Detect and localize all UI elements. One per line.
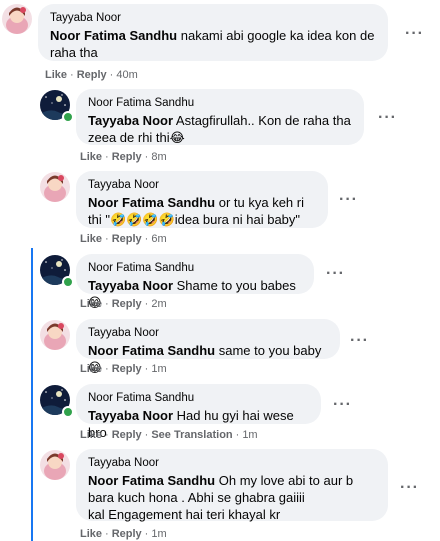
comment-bubble: Tayyaba Noor Noor Fatima Sandhu Oh my lo… — [76, 449, 388, 522]
more-options-icon[interactable]: ··· — [400, 480, 419, 496]
comment-actions: Like · Reply · 8m — [80, 151, 167, 163]
comment-author[interactable]: Tayyaba Noor — [88, 456, 376, 470]
timestamp[interactable]: 1m — [151, 363, 166, 375]
more-options-icon[interactable]: ··· — [333, 397, 352, 413]
comment-actions: Like · Reply · See Translation · 1m — [80, 429, 258, 441]
comment-actions: Like · Reply · 40m — [45, 69, 138, 81]
mention-link[interactable]: Tayyaba Noor — [88, 113, 173, 128]
more-options-icon[interactable]: ··· — [378, 110, 397, 126]
girl-avatar-icon — [40, 450, 70, 480]
timestamp[interactable]: 2m — [151, 298, 166, 310]
avatar[interactable] — [2, 4, 32, 34]
mention-link[interactable]: Noor Fatima Sandhu — [88, 343, 215, 358]
reply-button[interactable]: Reply — [112, 429, 142, 441]
comment-actions: Like · Reply · 2m — [80, 298, 167, 310]
reply-button[interactable]: Reply — [112, 528, 142, 540]
comment-bubble: Tayyaba Noor Noor Fatima Sandhu same to … — [76, 319, 340, 375]
more-options-icon[interactable]: ··· — [339, 192, 358, 208]
more-options-icon[interactable]: ··· — [350, 333, 369, 349]
reply-button[interactable]: Reply — [112, 151, 142, 163]
avatar[interactable] — [40, 320, 70, 350]
timestamp[interactable]: 1m — [151, 528, 166, 540]
comment-author[interactable]: Tayyaba Noor — [88, 178, 316, 192]
like-button[interactable]: Like — [80, 528, 102, 540]
like-button[interactable]: Like — [80, 298, 102, 310]
like-button[interactable]: Like — [80, 429, 102, 441]
more-options-icon[interactable]: ··· — [326, 266, 345, 282]
comment-bubble: Tayyaba Noor Noor Fatima Sandhu or tu ky… — [76, 171, 328, 228]
comment-author[interactable]: Tayyaba Noor — [50, 11, 376, 25]
like-button[interactable]: Like — [80, 233, 102, 245]
timestamp[interactable]: 8m — [151, 151, 166, 163]
like-button[interactable]: Like — [45, 69, 67, 81]
see-translation-link[interactable]: See Translation — [151, 429, 232, 441]
avatar[interactable] — [40, 450, 70, 480]
comment-author[interactable]: Tayyaba Noor — [88, 326, 328, 340]
reply-thread-line — [31, 248, 33, 541]
comment-text: Tayyaba Noor Astagfirullah.. Kon de raha… — [88, 112, 352, 146]
comment-bubble: Noor Fatima Sandhu Tayyaba Noor Shame to… — [76, 254, 314, 310]
girl-avatar-icon — [40, 172, 70, 202]
online-status-dot — [62, 276, 74, 288]
online-status-dot — [62, 406, 74, 418]
comment-author[interactable]: Noor Fatima Sandhu — [88, 261, 302, 275]
like-button[interactable]: Like — [80, 151, 102, 163]
mention-link[interactable]: Noor Fatima Sandhu — [88, 473, 215, 488]
reply-button[interactable]: Reply — [77, 69, 107, 81]
comment-actions: Like · Reply · 1m — [80, 363, 167, 375]
comment-bubble: Tayyaba Noor Noor Fatima Sandhu nakami a… — [38, 4, 388, 61]
comment-author[interactable]: Noor Fatima Sandhu — [88, 391, 309, 405]
girl-avatar-icon — [40, 320, 70, 350]
comment-bubble: Noor Fatima Sandhu Tayyaba Noor Had hu g… — [76, 384, 321, 440]
timestamp[interactable]: 6m — [151, 233, 166, 245]
mention-link[interactable]: Noor Fatima Sandhu — [50, 28, 177, 43]
reply-button[interactable]: Reply — [112, 233, 142, 245]
comment-actions: Like · Reply · 1m — [80, 528, 167, 540]
comment-actions: Like · Reply · 6m — [80, 233, 167, 245]
timestamp[interactable]: 40m — [116, 69, 137, 81]
like-button[interactable]: Like — [80, 363, 102, 375]
reply-button[interactable]: Reply — [112, 363, 142, 375]
comment-bubble: Noor Fatima Sandhu Tayyaba Noor Astagfir… — [76, 89, 364, 145]
comment-text: Noor Fatima Sandhu Oh my love abi to aur… — [88, 472, 376, 506]
timestamp[interactable]: 1m — [242, 429, 257, 441]
mention-link[interactable]: Noor Fatima Sandhu — [88, 195, 215, 210]
comment-text: Noor Fatima Sandhu or tu kya keh ri thi … — [88, 194, 316, 228]
mention-link[interactable]: Tayyaba Noor — [88, 278, 173, 293]
reply-button[interactable]: Reply — [112, 298, 142, 310]
online-status-dot — [62, 111, 74, 123]
comment-text: Noor Fatima Sandhu nakami abi google ka … — [50, 27, 376, 61]
comment-author[interactable]: Noor Fatima Sandhu — [88, 96, 352, 110]
avatar[interactable] — [40, 172, 70, 202]
comment-text-line-2: kal Engagement hai teri khayal kr — [88, 507, 281, 522]
more-options-icon[interactable]: ··· — [405, 26, 424, 42]
mention-link[interactable]: Tayyaba Noor — [88, 408, 173, 423]
girl-avatar-icon — [2, 4, 32, 34]
